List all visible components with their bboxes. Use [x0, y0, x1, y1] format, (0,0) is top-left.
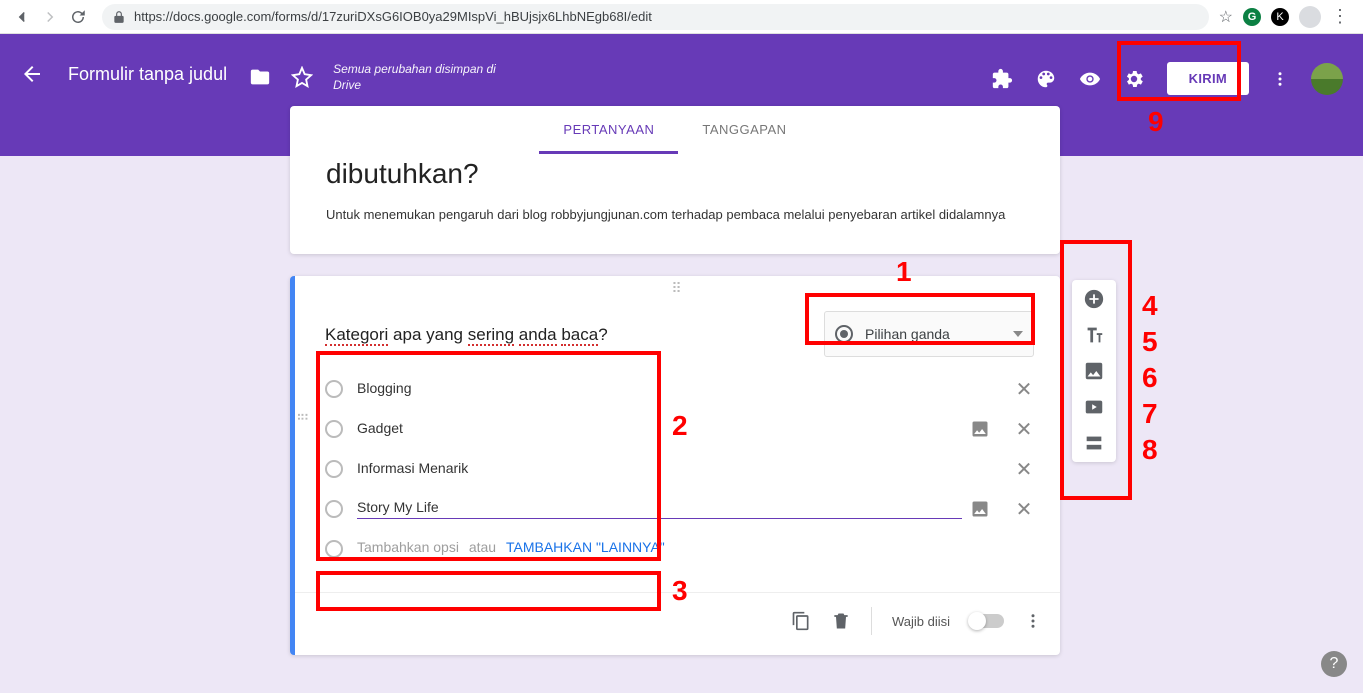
url-text: https://docs.google.com/forms/d/17zuriDX…	[134, 9, 652, 24]
settings-icon[interactable]	[1123, 68, 1145, 90]
question-type-select[interactable]: Pilihan ganda	[824, 311, 1034, 357]
radio-circle-icon	[325, 420, 343, 438]
form-heading[interactable]: dibutuhkan?	[326, 158, 1024, 190]
nav-back-button[interactable]	[8, 3, 36, 31]
card-drag-handle-icon[interactable]: ⠿	[294, 412, 309, 424]
option-input[interactable]: Blogging	[357, 380, 962, 399]
remove-option-icon[interactable]: ✕	[1014, 379, 1034, 399]
nav-reload-button[interactable]	[64, 3, 92, 31]
question-text[interactable]: Kategori apa yang sering anda baca?	[325, 311, 824, 345]
option-row: Gadget ✕	[325, 409, 1034, 449]
question-card: ⠿ Kategori apa yang sering anda baca? Pi…	[290, 276, 1060, 655]
remove-option-icon[interactable]: ✕	[1014, 459, 1034, 479]
header-more-icon[interactable]	[1271, 68, 1289, 90]
option-row: Story My Life ✕	[325, 489, 1034, 529]
add-title-icon[interactable]	[1083, 324, 1105, 346]
question-footer: Wajib diisi	[295, 592, 1060, 639]
radio-circle-icon	[325, 460, 343, 478]
required-toggle[interactable]	[970, 614, 1004, 628]
question-type-label: Pilihan ganda	[865, 326, 1013, 342]
send-button[interactable]: KIRIM	[1167, 62, 1249, 95]
extension-grammarly-icon[interactable]: G	[1243, 8, 1261, 26]
question-more-icon[interactable]	[1024, 612, 1042, 630]
tabs-row: PERTANYAAN TANGGAPAN	[290, 106, 1060, 154]
drag-handle-icon[interactable]: ⠿	[295, 276, 1060, 301]
radio-circle-icon	[325, 500, 343, 518]
options-list: Blogging ✕ Gadget ✕ Informasi Menarik ✕ …	[295, 363, 1060, 568]
duplicate-icon[interactable]	[791, 611, 811, 631]
folder-icon[interactable]	[249, 66, 271, 88]
option-row: Informasi Menarik ✕	[325, 449, 1034, 489]
add-image-toolbar-icon[interactable]	[1083, 360, 1105, 382]
nav-forward-button[interactable]	[36, 3, 64, 31]
option-row: Blogging ✕	[325, 369, 1034, 409]
chevron-down-icon	[1013, 331, 1023, 337]
radio-icon	[835, 325, 853, 343]
tab-questions[interactable]: PERTANYAAN	[539, 106, 678, 154]
extension-k-icon[interactable]: K	[1271, 8, 1289, 26]
browser-chrome: https://docs.google.com/forms/d/17zuriDX…	[0, 0, 1363, 34]
add-option-placeholder[interactable]: Tambahkan opsi	[357, 539, 459, 555]
add-section-icon[interactable]	[1083, 432, 1105, 454]
side-toolbar	[1072, 280, 1116, 462]
profile-avatar-icon[interactable]	[1299, 6, 1321, 28]
form-description[interactable]: Untuk menemukan pengaruh dari blog robby…	[326, 206, 1024, 224]
add-option-or: atau	[469, 539, 496, 555]
user-avatar[interactable]	[1311, 63, 1343, 95]
back-arrow-icon[interactable]	[20, 62, 44, 86]
required-label: Wajib diisi	[892, 614, 950, 629]
option-input[interactable]: Informasi Menarik	[357, 460, 962, 479]
add-video-icon[interactable]	[1083, 396, 1105, 418]
add-other-button[interactable]: TAMBAHKAN "LAINNYA"	[506, 539, 665, 555]
option-input[interactable]: Story My Life	[357, 499, 962, 519]
add-image-icon[interactable]	[970, 499, 990, 519]
add-question-icon[interactable]	[1083, 288, 1105, 310]
browser-menu-icon[interactable]: ⋮	[1331, 6, 1349, 27]
add-image-icon[interactable]	[970, 419, 990, 439]
star-icon[interactable]	[291, 66, 313, 88]
palette-icon[interactable]	[1035, 68, 1057, 90]
save-status-text: Semua perubahan disimpan di Drive	[333, 62, 503, 93]
remove-option-icon[interactable]: ✕	[1014, 419, 1034, 439]
delete-icon[interactable]	[831, 611, 851, 631]
preview-icon[interactable]	[1079, 68, 1101, 90]
form-title[interactable]: Formulir tanpa judul	[68, 64, 227, 85]
help-button[interactable]: ?	[1321, 651, 1347, 677]
lock-icon	[112, 10, 126, 24]
addons-icon[interactable]	[991, 68, 1013, 90]
form-header-card: PERTANYAAN TANGGAPAN dibutuhkan? Untuk m…	[290, 106, 1060, 254]
add-option-row: Tambahkan opsi atau TAMBAHKAN "LAINNYA"	[325, 529, 1034, 568]
bookmark-star-icon[interactable]: ☆	[1219, 7, 1233, 27]
url-bar[interactable]: https://docs.google.com/forms/d/17zuriDX…	[102, 4, 1209, 30]
option-input[interactable]: Gadget	[357, 420, 962, 439]
radio-circle-icon	[325, 540, 343, 558]
radio-circle-icon	[325, 380, 343, 398]
remove-option-icon[interactable]: ✕	[1014, 499, 1034, 519]
tab-responses[interactable]: TANGGAPAN	[678, 106, 810, 154]
divider	[871, 607, 872, 635]
